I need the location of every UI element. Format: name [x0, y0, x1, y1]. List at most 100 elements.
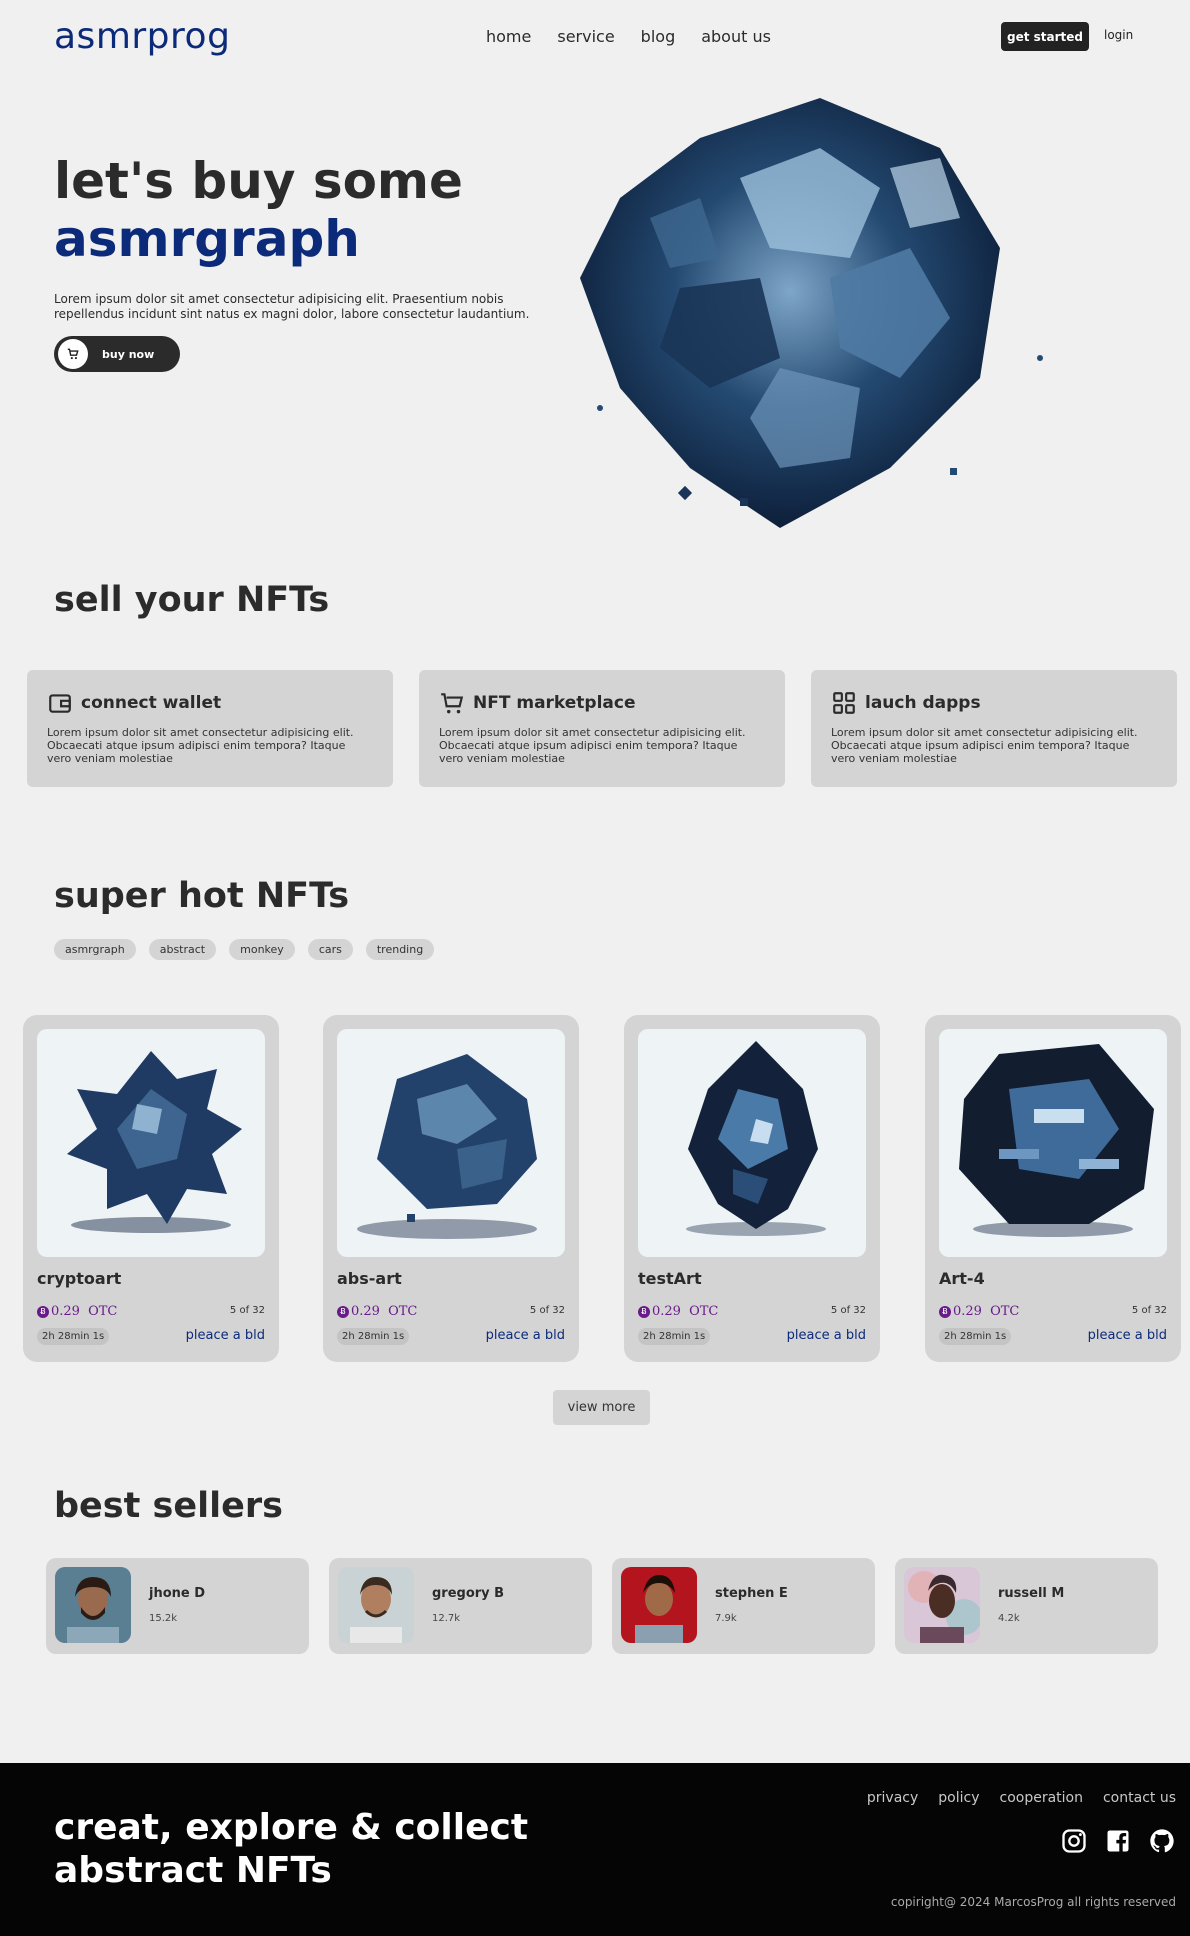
seller-followers: 15.2k — [149, 1613, 178, 1624]
seller-card[interactable]: russell M 4.2k — [895, 1558, 1158, 1654]
hero-description: Lorem ipsum dolor sit amet consectetur a… — [54, 292, 530, 321]
seller-name: jhone D — [149, 1586, 206, 1601]
nft-price-value: 0.29 — [351, 1304, 380, 1319]
avatar — [55, 1567, 131, 1643]
seller-name: russell M — [998, 1586, 1065, 1601]
coin-icon: Ƀ — [939, 1305, 951, 1318]
footer-link-contact[interactable]: contact us — [1103, 1790, 1176, 1806]
cart-icon — [441, 693, 464, 714]
buy-now-label: buy now — [102, 347, 155, 361]
facebook-icon[interactable] — [1104, 1827, 1132, 1855]
nav-link-home[interactable]: home — [486, 27, 531, 46]
sell-card-launch-dapps[interactable]: lauch dapps Lorem ipsum dolor sit amet c… — [811, 670, 1177, 787]
nav-link-service[interactable]: service — [557, 27, 614, 46]
seller-name: stephen E — [715, 1586, 788, 1601]
seller-followers: 7.9k — [715, 1613, 737, 1624]
footer-link-privacy[interactable]: privacy — [867, 1790, 918, 1806]
login-button[interactable]: login — [1104, 28, 1133, 42]
nft-price-currency: OTC — [689, 1304, 719, 1319]
coin-icon: Ƀ — [337, 1305, 349, 1318]
copyright: copiright@ 2024 MarcosProg all rights re… — [890, 1895, 1176, 1909]
tag-cars[interactable]: cars — [307, 939, 353, 960]
sell-card-nft-marketplace[interactable]: NFT marketplace Lorem ipsum dolor sit am… — [419, 670, 785, 787]
nft-image — [939, 1029, 1167, 1257]
place-bid-link[interactable]: pleace a bld — [186, 1328, 265, 1343]
nft-timer: 2h 28min 1s — [638, 1328, 711, 1345]
social-links — [1060, 1827, 1176, 1855]
nft-card[interactable]: cryptoart Ƀ 0.29 OTC 5 of 32 2h 28min 1s… — [23, 1015, 279, 1362]
tag-asmrgraph[interactable]: asmrgraph — [54, 939, 136, 960]
nft-image — [337, 1029, 565, 1257]
tag-abstract[interactable]: abstract — [148, 939, 217, 960]
footer-title-line2: abstract NFTs — [54, 1850, 332, 1891]
hero-title-line2: asmrgraph — [54, 210, 360, 268]
nft-name: testArt — [638, 1269, 702, 1288]
nft-price-value: 0.29 — [953, 1304, 982, 1319]
nft-price-currency: OTC — [990, 1304, 1020, 1319]
footer-links: privacy policy cooperation contact us — [867, 1790, 1176, 1806]
nft-card[interactable]: testArt Ƀ 0.29 OTC 5 of 32 2h 28min 1s p… — [624, 1015, 880, 1362]
hero-title-line1: let's buy some — [54, 152, 463, 210]
nft-price: Ƀ 0.29 OTC — [939, 1304, 1019, 1319]
seller-card[interactable]: stephen E 7.9k — [612, 1558, 875, 1654]
nft-edition-count: 5 of 32 — [830, 1305, 866, 1316]
filter-tags: asmrgraph abstract monkey cars trending — [54, 939, 435, 960]
footer-title: creat, explore & collect abstract NFTs — [54, 1806, 528, 1892]
nft-price-value: 0.29 — [652, 1304, 681, 1319]
hot-section-title: super hot NFTs — [54, 876, 350, 916]
wallet-icon — [49, 694, 71, 713]
seller-card[interactable]: gregory B 12.7k — [329, 1558, 592, 1654]
nft-card[interactable]: abs-art Ƀ 0.29 OTC 5 of 32 2h 28min 1s p… — [323, 1015, 579, 1362]
nft-timer: 2h 28min 1s — [337, 1328, 410, 1345]
nft-name: Art-4 — [939, 1269, 985, 1288]
nft-edition-count: 5 of 32 — [229, 1305, 265, 1316]
github-icon[interactable] — [1148, 1827, 1176, 1855]
place-bid-link[interactable]: pleace a bld — [1088, 1328, 1167, 1343]
nft-card[interactable]: Art-4 Ƀ 0.29 OTC 5 of 32 2h 28min 1s ple… — [925, 1015, 1181, 1362]
nft-name: cryptoart — [37, 1269, 122, 1288]
hero-abstract-art — [580, 98, 1043, 528]
place-bid-link[interactable]: pleace a bld — [787, 1328, 866, 1343]
footer-link-policy[interactable]: policy — [938, 1790, 979, 1806]
place-bid-link[interactable]: pleace a bld — [486, 1328, 565, 1343]
seller-followers: 4.2k — [998, 1613, 1020, 1624]
nft-price: Ƀ 0.29 OTC — [638, 1304, 718, 1319]
grid-icon — [833, 692, 855, 714]
tag-monkey[interactable]: monkey — [229, 939, 295, 960]
instagram-icon[interactable] — [1060, 1827, 1088, 1855]
view-more-button[interactable]: view more — [553, 1390, 650, 1425]
coin-icon: Ƀ — [37, 1305, 49, 1318]
nav-link-about[interactable]: about us — [701, 27, 771, 46]
nft-price: Ƀ 0.29 OTC — [337, 1304, 417, 1319]
buy-now-button[interactable]: buy now — [54, 336, 180, 372]
coin-icon: Ƀ — [638, 1305, 650, 1318]
nft-edition-count: 5 of 32 — [1131, 1305, 1167, 1316]
sell-card-title: lauch dapps — [865, 693, 981, 713]
sell-card-title: NFT marketplace — [473, 693, 636, 713]
hero-title: let's buy some asmrgraph — [54, 152, 463, 268]
logo[interactable]: asmrprog — [54, 16, 230, 57]
seller-name: gregory B — [432, 1586, 505, 1601]
avatar — [338, 1567, 414, 1643]
top-nav: asmrprog home service blog about us get … — [0, 0, 1190, 80]
nft-price-currency: OTC — [388, 1304, 418, 1319]
main-menu: home service blog about us — [486, 27, 771, 46]
sell-card-text: Lorem ipsum dolor sit amet consectetur a… — [831, 726, 1138, 765]
sell-card-text: Lorem ipsum dolor sit amet consectetur a… — [439, 726, 746, 765]
footer-title-line1: creat, explore & collect — [54, 1807, 529, 1848]
seller-card[interactable]: jhone D 15.2k — [46, 1558, 309, 1654]
nav-link-blog[interactable]: blog — [641, 27, 676, 46]
footer: creat, explore & collect abstract NFTs p… — [0, 1763, 1190, 1936]
seller-followers: 12.7k — [432, 1613, 461, 1624]
sell-section-title: sell your NFTs — [54, 580, 330, 620]
sell-card-text: Lorem ipsum dolor sit amet consectetur a… — [47, 726, 354, 765]
sell-card-connect-wallet[interactable]: connect wallet Lorem ipsum dolor sit ame… — [27, 670, 393, 787]
avatar — [904, 1567, 980, 1643]
nft-name: abs-art — [337, 1269, 402, 1288]
footer-link-cooperation[interactable]: cooperation — [1000, 1790, 1083, 1806]
nft-timer: 2h 28min 1s — [939, 1328, 1012, 1345]
nft-price-value: 0.29 — [51, 1304, 80, 1319]
tag-trending[interactable]: trending — [365, 939, 435, 960]
nft-price-currency: OTC — [88, 1304, 118, 1319]
get-started-button[interactable]: get started — [1001, 22, 1089, 51]
